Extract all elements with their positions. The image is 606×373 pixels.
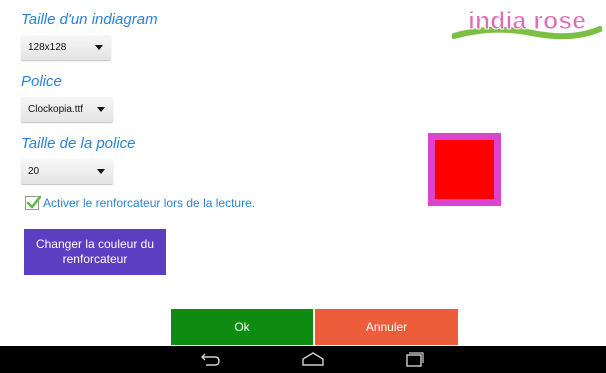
font-spinner[interactable]: Clockopia.ttf xyxy=(21,97,113,122)
change-reinforcer-color-button[interactable]: Changer la couleur du renforcateur xyxy=(24,229,166,275)
font-value: Clockopia.ttf xyxy=(28,104,84,115)
checkmark-icon xyxy=(26,195,42,209)
ok-button[interactable]: Ok xyxy=(171,309,313,345)
system-navigation-bar xyxy=(0,346,606,373)
reinforcer-checkbox-row[interactable]: Activer le renforcateur lors de la lectu… xyxy=(25,195,256,210)
reinforcer-color-preview xyxy=(428,133,501,206)
recent-apps-icon[interactable] xyxy=(403,351,425,372)
cancel-button-label: Annuler xyxy=(365,320,408,334)
dropdown-arrow-icon xyxy=(95,45,103,50)
reinforcer-checkbox[interactable] xyxy=(25,195,42,210)
font-heading: Police xyxy=(21,73,62,90)
logo-text: india rose xyxy=(468,7,586,35)
home-icon[interactable] xyxy=(301,351,325,372)
india-rose-logo: india rose xyxy=(451,5,603,43)
reinforcer-checkbox-label: Activer le renforcateur lors de la lectu… xyxy=(43,196,256,210)
change-color-button-label: Changer la couleur du renforcateur xyxy=(35,237,155,266)
cancel-button[interactable]: Annuler xyxy=(315,309,458,345)
indiagram-size-heading: Taille d'un indiagram xyxy=(21,11,158,28)
indiagram-size-spinner[interactable]: 128x128 xyxy=(21,35,111,60)
dropdown-arrow-icon xyxy=(97,169,105,174)
dropdown-arrow-icon xyxy=(97,107,105,112)
font-size-spinner[interactable]: 20 xyxy=(21,159,113,184)
font-size-value: 20 xyxy=(28,166,40,177)
back-icon[interactable] xyxy=(200,351,222,372)
preview-fill xyxy=(435,140,494,199)
ok-button-label: Ok xyxy=(234,320,250,334)
font-size-heading: Taille de la police xyxy=(21,135,136,152)
indiagram-size-value: 128x128 xyxy=(28,42,67,53)
